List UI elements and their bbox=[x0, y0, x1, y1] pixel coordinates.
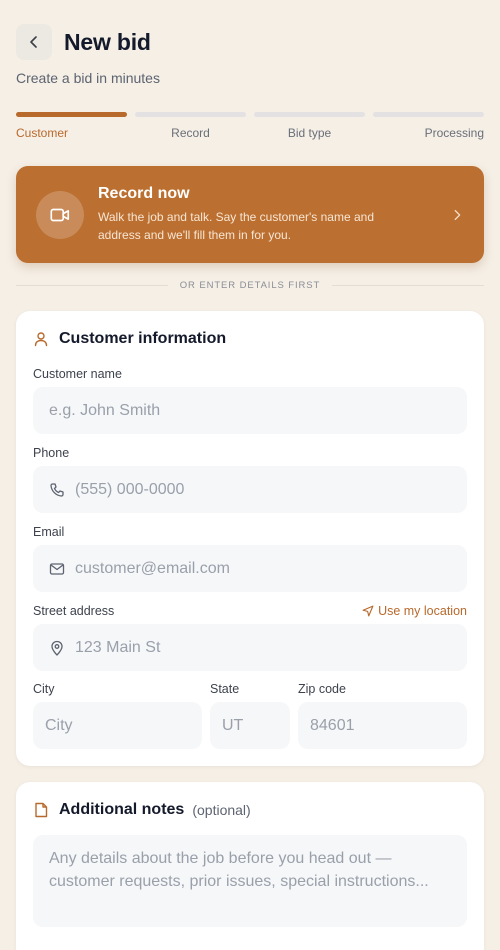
divider-line bbox=[332, 285, 484, 286]
note-icon bbox=[35, 802, 48, 818]
city-field[interactable] bbox=[33, 702, 202, 749]
use-my-location-button[interactable]: Use my location bbox=[362, 604, 467, 618]
state-field[interactable] bbox=[210, 702, 290, 749]
record-icon-circle bbox=[36, 190, 84, 239]
map-pin-icon bbox=[51, 640, 63, 656]
step-label: Customer bbox=[16, 126, 69, 140]
customer-name-label: Customer name bbox=[33, 367, 122, 381]
record-text: Record now Walk the job and talk. Say th… bbox=[98, 185, 442, 244]
email-label: Email bbox=[33, 525, 65, 539]
notes-field[interactable] bbox=[33, 835, 467, 927]
city-input[interactable] bbox=[45, 716, 190, 735]
customer-card-title: Customer information bbox=[59, 330, 227, 347]
phone-label: Phone bbox=[33, 446, 70, 460]
notes-card-header: Additional notes (optional) bbox=[33, 801, 251, 819]
chevron-left-icon bbox=[30, 36, 37, 48]
zip-label: Zip code bbox=[298, 682, 346, 696]
step-label: Processing bbox=[424, 126, 484, 140]
notes-optional-label: (optional) bbox=[192, 802, 251, 818]
divider-line bbox=[16, 285, 168, 286]
step-bar bbox=[373, 112, 484, 117]
step-bar bbox=[16, 112, 127, 117]
phone-input[interactable] bbox=[75, 480, 451, 499]
notes-card-title: Additional notes bbox=[59, 801, 185, 818]
step-customer: Customer bbox=[16, 112, 127, 140]
customer-name-input[interactable] bbox=[49, 401, 451, 420]
step-label: Record bbox=[171, 126, 210, 140]
customer-card-header: Customer information bbox=[33, 330, 226, 348]
email-field[interactable] bbox=[33, 545, 467, 592]
header: New bid bbox=[16, 24, 151, 60]
customer-info-card: Customer information Customer name Phone… bbox=[16, 311, 484, 766]
back-button[interactable] bbox=[16, 24, 52, 60]
step-bar bbox=[135, 112, 246, 117]
state-label: State bbox=[210, 682, 240, 696]
or-divider: OR ENTER DETAILS FIRST bbox=[16, 280, 484, 291]
zip-input[interactable] bbox=[310, 716, 455, 735]
progress-stepper: Customer Record Bid type Processing bbox=[16, 112, 484, 140]
email-input[interactable] bbox=[75, 559, 451, 578]
street-input[interactable] bbox=[75, 638, 451, 657]
use-my-location-label: Use my location bbox=[378, 604, 467, 618]
state-input[interactable] bbox=[222, 716, 278, 735]
step-processing: Processing bbox=[373, 112, 484, 140]
divider-text: OR ENTER DETAILS FIRST bbox=[179, 280, 321, 291]
navigation-arrow-icon bbox=[362, 605, 374, 617]
step-bar bbox=[254, 112, 365, 117]
mail-icon bbox=[49, 562, 65, 575]
step-label: Bid type bbox=[287, 126, 332, 140]
page-subtitle: Create a bid in minutes bbox=[16, 70, 160, 86]
user-icon bbox=[34, 332, 48, 347]
zip-field[interactable] bbox=[298, 702, 467, 749]
notes-card: Additional notes (optional) bbox=[16, 782, 484, 950]
step-record: Record bbox=[135, 112, 246, 140]
phone-icon bbox=[50, 482, 64, 497]
chevron-right-icon bbox=[454, 209, 461, 220]
street-label: Street address bbox=[33, 604, 115, 618]
customer-name-field[interactable] bbox=[33, 387, 467, 434]
page-title: New bid bbox=[64, 28, 151, 55]
video-camera-icon bbox=[50, 208, 70, 221]
phone-field[interactable] bbox=[33, 466, 467, 513]
city-label: City bbox=[33, 682, 55, 696]
record-title: Record now bbox=[98, 185, 190, 202]
step-bid-type: Bid type bbox=[254, 112, 365, 140]
notes-textarea[interactable] bbox=[49, 847, 451, 915]
record-description: Walk the job and talk. Say the customer'… bbox=[98, 210, 374, 242]
street-field[interactable] bbox=[33, 624, 467, 671]
record-now-button[interactable]: Record now Walk the job and talk. Say th… bbox=[16, 166, 484, 263]
